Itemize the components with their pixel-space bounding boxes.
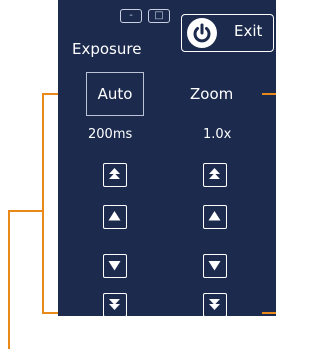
zoom-fast-increase-button[interactable] [203,163,227,187]
callout-bracket-vertical [42,93,44,314]
minimize-button[interactable]: - [120,9,142,23]
exposure-fast-decrease-button[interactable] [103,293,127,317]
exposure-title: Exposure [72,40,142,58]
callout-tick-zoom [262,93,276,95]
auto-exposure-button[interactable]: Auto [86,72,144,116]
exposure-fast-increase-button[interactable] [103,163,127,187]
zoom-value: 1.0x [203,127,232,142]
exit-label: Exit [234,22,263,40]
zoom-increase-button[interactable] [203,205,227,229]
restore-button[interactable]: □ [148,9,170,23]
down-arrow-icon [208,261,221,271]
zoom-decrease-button[interactable] [203,254,227,278]
callout-tick-bottom [262,312,276,314]
callout-leader-line [8,210,10,349]
zoom-fast-decrease-button[interactable] [203,293,227,317]
up-arrow-icon [208,211,221,221]
up-arrow-icon [108,211,121,221]
double-up-arrow-icon [209,168,220,179]
zoom-title: Zoom [190,85,234,103]
double-up-arrow-icon [109,168,120,179]
power-icon [187,18,217,48]
exposure-value: 200ms [88,127,133,142]
double-down-arrow-icon [109,299,120,310]
exposure-decrease-button[interactable] [103,254,127,278]
exposure-increase-button[interactable] [103,205,127,229]
exit-button[interactable]: Exit [181,14,274,52]
callout-bracket-stem [8,210,44,212]
double-down-arrow-icon [209,299,220,310]
down-arrow-icon [108,261,121,271]
